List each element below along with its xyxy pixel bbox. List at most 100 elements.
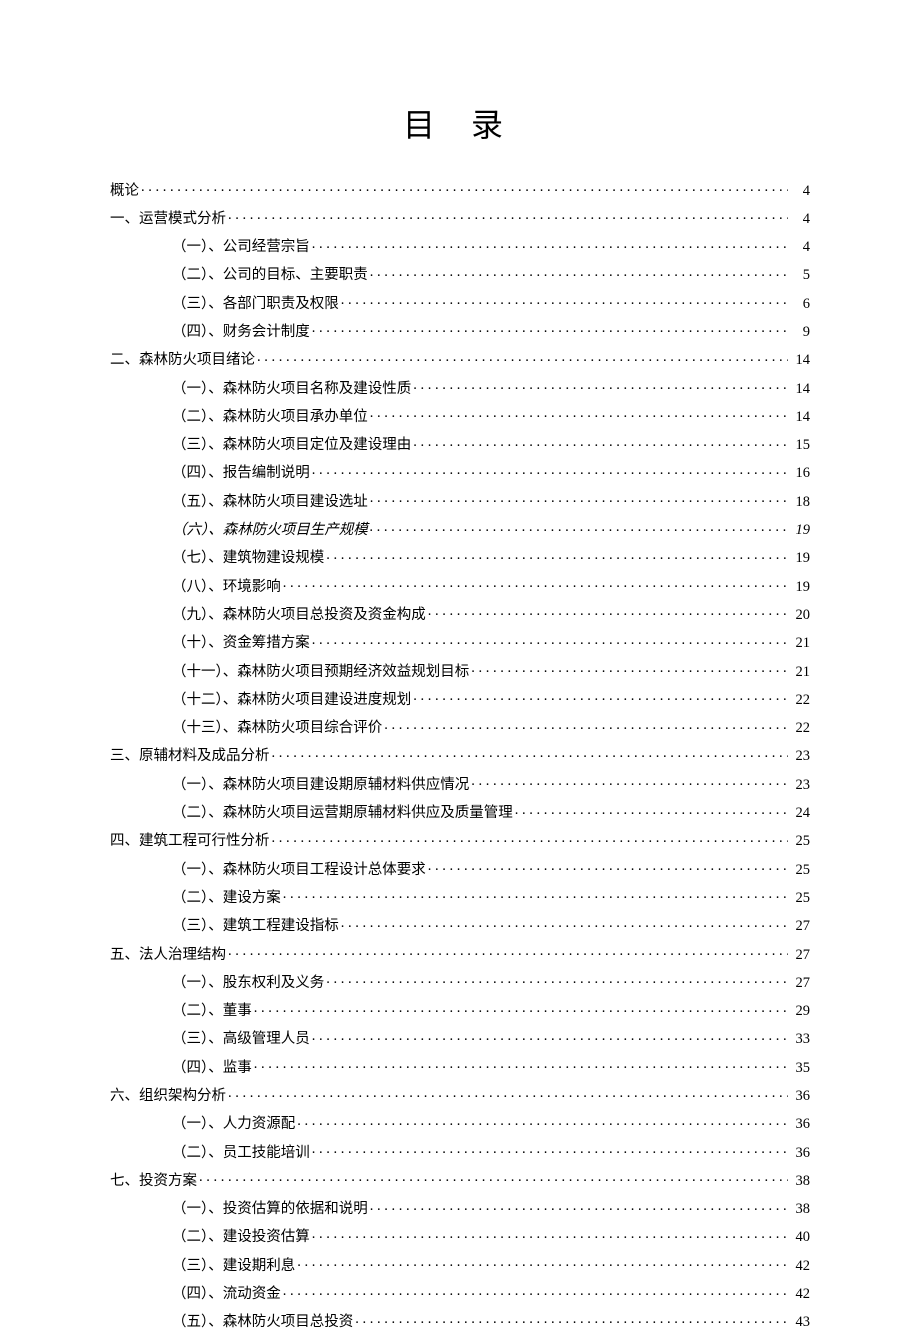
toc-leader-dots [413,378,788,393]
toc-entry-page: 21 [790,665,810,680]
toc-row: （六）、森林防火项目生产规模 19 [110,520,810,538]
toc-entry-label: （九）、森林防火项目总投资及资金构成 [172,608,426,623]
toc-entry-page: 42 [790,1287,810,1302]
toc-row: （十二）、森林防火项目建设进度规划22 [110,689,810,707]
toc-leader-dots [384,718,788,733]
toc-entry-label: （一）、森林防火项目工程设计总体要求 [172,863,426,878]
toc-leader-dots [312,633,788,648]
toc-leader-dots [413,689,788,704]
toc-entry-page: 36 [790,1146,810,1161]
toc-entry-page: 27 [790,948,810,963]
toc-entry-page: 15 [790,438,810,453]
toc-entry-page: 19 [790,523,810,538]
toc-entry-label: （三）、建筑工程建设指标 [172,919,339,934]
toc-entry-label: （四）、财务会计制度 [172,325,310,340]
toc-entry-label: （五）、森林防火项目建设选址 [172,495,368,510]
toc-entry-label: 一、运营模式分析 [110,212,226,227]
toc-leader-dots [312,1227,788,1242]
toc-title: 目 录 [110,100,810,146]
toc-entry-label: 四、建筑工程可行性分析 [110,834,270,849]
toc-row: （三）、森林防火项目定位及建设理由 15 [110,435,810,453]
toc-row: 一、运营模式分析4 [110,208,810,226]
toc-leader-dots [283,1284,788,1299]
toc-row: 六、组织架构分析 36 [110,1086,810,1104]
toc-row: （一）、股东权利及义务27 [110,972,810,990]
toc-entry-page: 4 [790,240,810,255]
toc-row: （五）、森林防火项目总投资43 [110,1312,810,1330]
toc-entry-label: （一）、森林防火项目建设期原辅材料供应情况 [172,778,469,793]
toc-entry-label: （一）、人力资源配 [172,1117,295,1132]
toc-entry-page: 36 [790,1089,810,1104]
toc-entry-page: 23 [790,778,810,793]
toc-row: （一）、森林防火项目名称及建设性质14 [110,378,810,396]
toc-entry-page: 25 [790,834,810,849]
toc-entry-label: （六）、森林防火项目生产规模 [172,523,368,538]
table-of-contents: 概论4一、运营模式分析4（一）、公司经营宗旨4（二）、公司的目标、主要职责5（三… [110,180,810,1330]
toc-entry-page: 16 [790,466,810,481]
toc-row: （十）、资金筹措方案 21 [110,633,810,651]
toc-entry-label: （一）、森林防火项目名称及建设性质 [172,382,411,397]
toc-leader-dots [370,520,788,535]
toc-leader-dots [312,1029,788,1044]
toc-leader-dots [312,237,788,252]
toc-row: （十三）、森林防火项目综合评价22 [110,718,810,736]
toc-leader-dots [272,831,789,846]
toc-entry-page: 38 [790,1202,810,1217]
toc-leader-dots [428,859,788,874]
toc-entry-label: （三）、森林防火项目定位及建设理由 [172,438,411,453]
toc-entry-page: 14 [790,410,810,425]
toc-entry-label: （五）、森林防火项目总投资 [172,1315,353,1330]
toc-entry-page: 42 [790,1259,810,1274]
toc-entry-page: 21 [790,636,810,651]
toc-entry-page: 20 [790,608,810,623]
toc-entry-label: （一）、公司经营宗旨 [172,240,310,255]
toc-leader-dots [283,887,788,902]
toc-entry-label: （十）、资金筹措方案 [172,636,310,651]
toc-row: （十一）、森林防火项目预期经济效益规划目标21 [110,661,810,679]
toc-leader-dots [471,774,788,789]
toc-entry-label: 三、原辅材料及成品分析 [110,749,270,764]
toc-entry-label: 七、投资方案 [110,1174,197,1189]
toc-leader-dots [370,1199,788,1214]
toc-leader-dots [297,1114,788,1129]
toc-entry-label: （二）、建设方案 [172,891,281,906]
toc-row: （八）、环境影响 19 [110,576,810,594]
document-page: 目 录 概论4一、运营模式分析4（一）、公司经营宗旨4（二）、公司的目标、主要职… [0,0,920,1301]
toc-leader-dots [326,548,788,563]
toc-entry-page: 22 [790,721,810,736]
toc-row: （四）、报告编制说明 16 [110,463,810,481]
toc-entry-label: （三）、建设期利息 [172,1259,295,1274]
toc-entry-page: 4 [790,184,810,199]
toc-row: （三）、高级管理人员33 [110,1029,810,1047]
toc-entry-page: 25 [790,891,810,906]
toc-row: （三）、建设期利息 42 [110,1255,810,1273]
toc-row: （五）、森林防火项目建设选址18 [110,491,810,509]
toc-entry-page: 35 [790,1061,810,1076]
toc-leader-dots [257,350,788,365]
toc-row: （九）、森林防火项目总投资及资金构成 20 [110,604,810,622]
toc-entry-label: （二）、董事 [172,1004,252,1019]
toc-entry-label: （四）、报告编制说明 [172,466,310,481]
toc-entry-page: 9 [790,325,810,340]
toc-row: （三）、建筑工程建设指标27 [110,916,810,934]
toc-row: （二）、建设方案 25 [110,887,810,905]
toc-row: 概论4 [110,180,810,198]
toc-entry-page: 19 [790,580,810,595]
toc-leader-dots [283,576,788,591]
toc-entry-page: 38 [790,1174,810,1189]
toc-row: 五、法人治理结构27 [110,944,810,962]
toc-entry-label: （七）、建筑物建设规模 [172,551,324,566]
toc-row: 七、投资方案 38 [110,1170,810,1188]
toc-entry-label: （八）、环境影响 [172,580,281,595]
toc-entry-label: （十二）、森林防火项目建设进度规划 [172,693,411,708]
toc-leader-dots [228,208,788,223]
toc-row: （一）、人力资源配36 [110,1114,810,1132]
toc-entry-page: 6 [790,297,810,312]
toc-row: （四）、财务会计制度 9 [110,321,810,339]
toc-leader-dots [312,321,788,336]
toc-entry-label: 六、组织架构分析 [110,1089,226,1104]
toc-entry-page: 25 [790,863,810,878]
toc-entry-label: （二）、森林防火项目运营期原辅材料供应及质量管理 [172,806,513,821]
toc-leader-dots [471,661,788,676]
toc-entry-label: （二）、建设投资估算 [172,1230,310,1245]
